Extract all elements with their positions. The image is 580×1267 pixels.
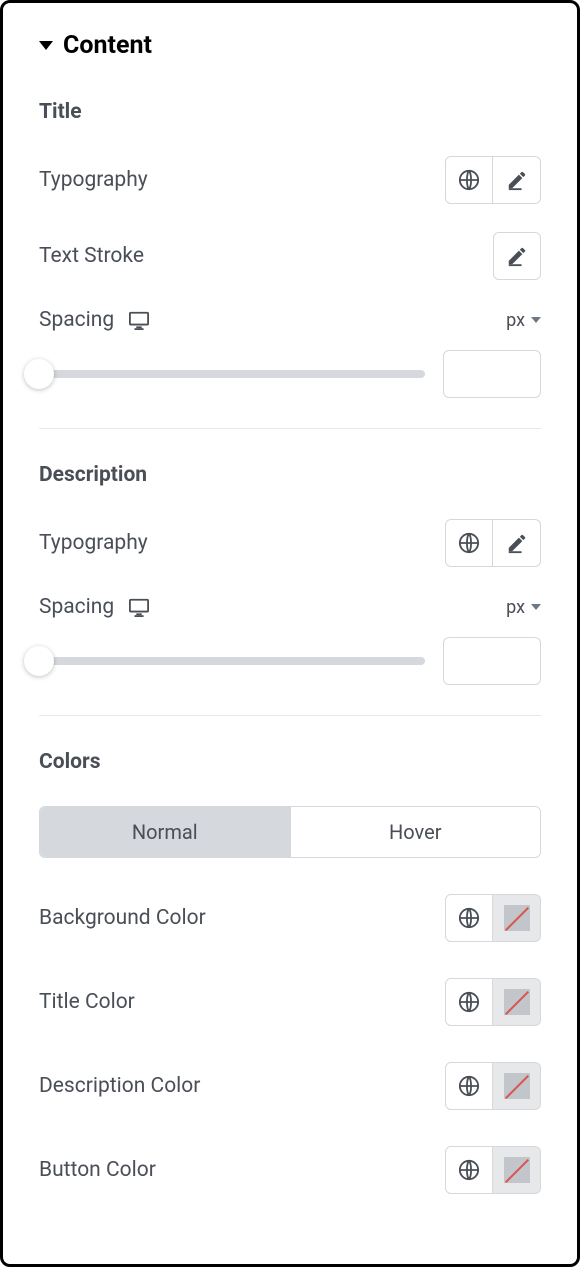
title-color-label: Title Color xyxy=(39,990,135,1014)
globe-button[interactable] xyxy=(445,1062,493,1110)
spacing-slider[interactable] xyxy=(39,370,425,378)
title-typography-label: Typography xyxy=(39,168,148,192)
title-spacing-control xyxy=(39,350,541,398)
globe-icon xyxy=(458,907,480,929)
title-group: Title Typography Text Stroke Spacing px xyxy=(39,100,541,429)
description-spacing-label: Spacing xyxy=(39,595,150,619)
globe-icon xyxy=(458,532,480,554)
globe-icon xyxy=(458,169,480,191)
slider-thumb[interactable] xyxy=(24,359,54,389)
description-color-label: Description Color xyxy=(39,1074,200,1098)
divider xyxy=(39,428,541,429)
globe-button[interactable] xyxy=(445,978,493,1026)
colors-heading: Colors xyxy=(39,750,541,774)
globe-icon xyxy=(458,991,480,1013)
pencil-icon xyxy=(506,169,528,191)
pencil-icon xyxy=(506,245,528,267)
unit-label: px xyxy=(506,310,525,331)
description-typography-buttons xyxy=(445,519,541,567)
description-heading: Description xyxy=(39,463,541,487)
button-color-label: Button Color xyxy=(39,1158,156,1182)
color-swatch[interactable] xyxy=(493,978,541,1026)
spacing-input[interactable] xyxy=(443,350,541,398)
title-color-row: Title Color xyxy=(39,978,541,1026)
globe-button[interactable] xyxy=(445,1146,493,1194)
chevron-down-icon xyxy=(531,604,541,610)
no-color-icon xyxy=(504,1073,530,1099)
description-color-controls xyxy=(445,1062,541,1110)
caret-down-icon xyxy=(39,41,53,50)
background-color-controls xyxy=(445,894,541,942)
title-spacing-row: Spacing px xyxy=(39,308,541,332)
colors-group: Colors Normal Hover Background Color Tit… xyxy=(39,750,541,1194)
spacing-input[interactable] xyxy=(443,637,541,685)
globe-button[interactable] xyxy=(445,519,493,567)
title-heading: Title xyxy=(39,100,541,124)
unit-label: px xyxy=(506,597,525,618)
desktop-icon xyxy=(128,597,150,617)
description-color-row: Description Color xyxy=(39,1062,541,1110)
desktop-icon xyxy=(128,310,150,330)
title-spacing-label: Spacing xyxy=(39,308,150,332)
divider xyxy=(39,715,541,716)
unit-select[interactable]: px xyxy=(506,597,541,618)
color-swatch[interactable] xyxy=(493,1146,541,1194)
edit-button[interactable] xyxy=(493,156,541,204)
edit-button[interactable] xyxy=(493,232,541,280)
background-color-row: Background Color xyxy=(39,894,541,942)
tab-hover[interactable]: Hover xyxy=(290,807,541,857)
spacing-slider[interactable] xyxy=(39,657,425,665)
globe-button[interactable] xyxy=(445,894,493,942)
color-swatch[interactable] xyxy=(493,1062,541,1110)
no-color-icon xyxy=(504,1157,530,1183)
title-typography-buttons xyxy=(445,156,541,204)
description-spacing-control xyxy=(39,637,541,685)
pencil-icon xyxy=(506,532,528,554)
colors-tabs: Normal Hover xyxy=(39,806,541,858)
globe-button[interactable] xyxy=(445,156,493,204)
description-group: Description Typography Spacing px xyxy=(39,463,541,716)
title-textstroke-row: Text Stroke xyxy=(39,232,541,280)
button-color-controls xyxy=(445,1146,541,1194)
slider-thumb[interactable] xyxy=(24,646,54,676)
no-color-icon xyxy=(504,905,530,931)
title-textstroke-label: Text Stroke xyxy=(39,244,144,268)
color-swatch[interactable] xyxy=(493,894,541,942)
background-color-label: Background Color xyxy=(39,906,206,930)
description-spacing-row: Spacing px xyxy=(39,595,541,619)
unit-select[interactable]: px xyxy=(506,310,541,331)
tab-normal[interactable]: Normal xyxy=(40,807,290,857)
responsive-toggle[interactable] xyxy=(128,310,150,330)
globe-icon xyxy=(458,1075,480,1097)
chevron-down-icon xyxy=(531,317,541,323)
title-color-controls xyxy=(445,978,541,1026)
content-section-header[interactable]: Content xyxy=(39,31,541,60)
responsive-toggle[interactable] xyxy=(128,597,150,617)
description-typography-row: Typography xyxy=(39,519,541,567)
section-title: Content xyxy=(63,31,152,60)
button-color-row: Button Color xyxy=(39,1146,541,1194)
globe-icon xyxy=(458,1159,480,1181)
description-typography-label: Typography xyxy=(39,531,148,555)
no-color-icon xyxy=(504,989,530,1015)
edit-button[interactable] xyxy=(493,519,541,567)
title-typography-row: Typography xyxy=(39,156,541,204)
